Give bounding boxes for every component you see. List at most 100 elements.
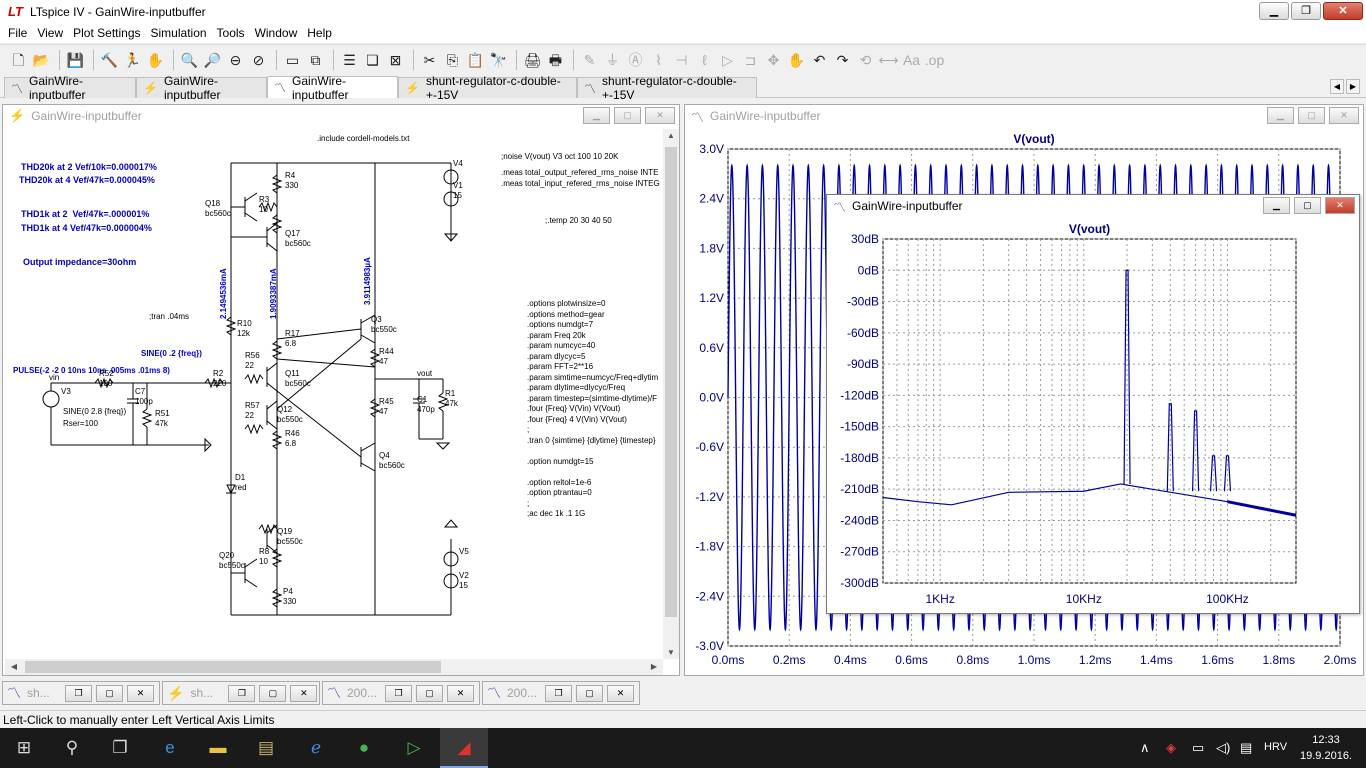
component-label[interactable]: V4 [453,159,463,169]
spice-directive-line[interactable]: .tran 0 {simtime} {dlytime} {timestep} [527,436,656,446]
halt-icon[interactable]: ✋ [145,49,166,71]
open-icon[interactable]: 📂 [31,49,52,71]
component-label[interactable]: Q11 bc560c [285,369,311,389]
tile-vertical-icon[interactable]: ☰ [339,49,360,71]
diode-icon[interactable]: ▷ [717,49,738,71]
close-button[interactable]: ✕ [1323,2,1363,20]
inductor-icon[interactable]: ℓ [694,49,715,71]
minimized-window-4[interactable]: 〽 200... ❐ ▢ ✕ [482,681,640,705]
close-all-icon[interactable]: ⊠ [385,49,406,71]
move-icon[interactable]: ✥ [763,49,784,71]
temp-directive[interactable]: ;.temp 20 30 40 50 [545,216,612,226]
spice-directive-line[interactable]: .option ptrantau=0 [527,488,592,498]
scroll-up-icon[interactable]: ▲ [664,131,678,140]
task-view-icon[interactable]: ❐ [96,728,144,768]
component-label[interactable]: P4 330 [283,587,296,607]
spice-directive-line[interactable]: .option reltol=1e-6 [527,478,591,488]
minimize-button[interactable]: ▁ [1259,2,1289,20]
rser-value[interactable]: Rser=100 [63,419,98,429]
menu-window[interactable]: Window [250,26,303,40]
component-label[interactable]: V2 15 [459,571,469,591]
print-icon[interactable]: 🖶 [545,49,566,71]
schematic-horizontal-scrollbar[interactable]: ◀ ▶ [5,659,663,675]
component-icon[interactable]: ⊐ [740,49,761,71]
maximize-button[interactable]: ▢ [416,684,443,702]
spice-directive-line[interactable]: .options method=gear [527,310,605,320]
tran-directive[interactable]: ;tran .04ms [149,312,189,322]
resistor-icon[interactable]: ⌇ [648,49,669,71]
component-label[interactable]: R2 220 [213,369,226,389]
tray-app-icon[interactable]: ◈ [1166,740,1176,756]
menu-view[interactable]: View [32,26,68,40]
save-icon[interactable]: 💾 [65,49,86,71]
edge-icon[interactable]: e [146,728,194,768]
spice-directive-line[interactable]: .options numdgt=7 [527,320,593,330]
scroll-right-icon[interactable]: ▶ [647,662,661,671]
component-label[interactable]: R1 47k [445,389,458,409]
component-label[interactable]: Q18 bc560c [205,199,231,219]
component-label[interactable]: Q4 bc560c [379,451,405,471]
component-label[interactable]: C7 100p [135,387,153,407]
wire-icon[interactable]: ✎ [579,49,600,71]
schematic-minimize-button[interactable]: ▁ [583,107,610,124]
time-plot-close-button[interactable]: ✕ [1329,107,1359,124]
restore-button[interactable]: ❐ [545,684,572,702]
spice-directive-line[interactable]: .param dlycyc=5 [527,352,585,362]
restore-button[interactable]: ❐ [385,684,412,702]
spice-directive-line[interactable]: ; [527,425,529,435]
component-label[interactable]: V3 [61,387,71,397]
control-panel-icon[interactable]: 🔨 [99,49,120,71]
zoom-in-icon[interactable]: 🔍 [179,49,200,71]
spice-directive-line[interactable]: ; [527,499,529,509]
sine-source-2[interactable]: SINE(0 2.8 {freq}) [63,407,126,417]
undo-icon[interactable]: ↶ [809,49,830,71]
pulse-source[interactable]: PULSE(-2 -2 0 10ns 10ns .005ms .01ms 8) [13,366,170,376]
minimized-window-1[interactable]: 〽 sh... ❐ ▢ ✕ [2,681,160,705]
ie-icon[interactable]: ℯ [292,728,340,768]
cut-icon[interactable]: ✂ [419,49,440,71]
capacitor-icon[interactable]: ⊣ [671,49,692,71]
mirror-icon[interactable]: ⟷ [878,49,899,71]
component-label[interactable]: R45 47 [379,397,394,417]
fft-plot-minimize-button[interactable]: ▁ [1263,197,1290,214]
component-label[interactable]: R3 10 [259,195,269,215]
restore-button[interactable]: ❐ [228,684,256,702]
spice-directive-line[interactable]: .param simtime=numcyc/Freq+dlytim [527,373,658,383]
menu-plot-settings[interactable]: Plot Settings [68,26,145,40]
vout-label[interactable]: vout [417,369,432,379]
component-label[interactable]: R51 47k [155,409,170,429]
label-icon[interactable]: Ⓐ [625,49,646,71]
autorange-icon[interactable]: ▭ [282,49,303,71]
component-label[interactable]: R4 330 [285,171,298,191]
component-label[interactable]: Q20 bc550c [219,551,245,571]
zoom-fit-icon[interactable]: ⊖ [225,49,246,71]
ltspice-icon[interactable]: ◢ [440,728,488,768]
scroll-down-icon[interactable]: ▼ [664,648,678,657]
network-icon[interactable]: ▭ [1192,740,1204,756]
text-icon[interactable]: Aa [901,49,922,71]
spice-directive-line[interactable]: ;ac dec 1k .1 1G [527,509,585,519]
schematic-canvas[interactable]: .include cordell-models.txt ;noise V(vou… [5,129,663,659]
noise-directive[interactable]: ;noise V(vout) V3 oct 100 10 20K [501,152,618,162]
maximize-button[interactable]: ▢ [96,684,123,702]
rotate-icon[interactable]: ⟲ [855,49,876,71]
tab-schematic-1[interactable]: ⚡ GainWire-inputbuffer [136,74,267,102]
run-icon[interactable]: 🏃 [122,49,143,71]
component-label[interactable]: R57 22 [245,401,260,421]
component-label[interactable]: Q3 bc550c [371,315,397,335]
clock[interactable]: 12:33 19.9.2016. [1300,732,1352,764]
spice-directive-line[interactable]: .param FFT=2**16 [527,362,593,372]
component-label[interactable]: Q17 bc560c [285,229,311,249]
spice-directive-line[interactable]: .option numdgt=15 [527,457,594,467]
maximize-button[interactable]: ❐ [1291,2,1321,20]
search-icon[interactable]: ⚲ [48,728,96,768]
include-directive[interactable]: .include cordell-models.txt [317,134,409,144]
schematic-vertical-scrollbar[interactable]: ▲ ▼ [663,129,679,659]
tray-chevron-icon[interactable]: ∧ [1140,740,1150,756]
spice-directive-line[interactable]: .four {Freq} V(Vin) V(Vout) [527,404,620,414]
copy-icon[interactable]: ⎘ [442,49,463,71]
component-label[interactable]: R10 12k [237,319,252,339]
meas-directive-1[interactable]: .meas total_output_refered_rms_noise INT… [501,168,658,178]
component-label[interactable]: R56 22 [245,351,260,371]
language-indicator[interactable]: HRV [1264,741,1287,753]
